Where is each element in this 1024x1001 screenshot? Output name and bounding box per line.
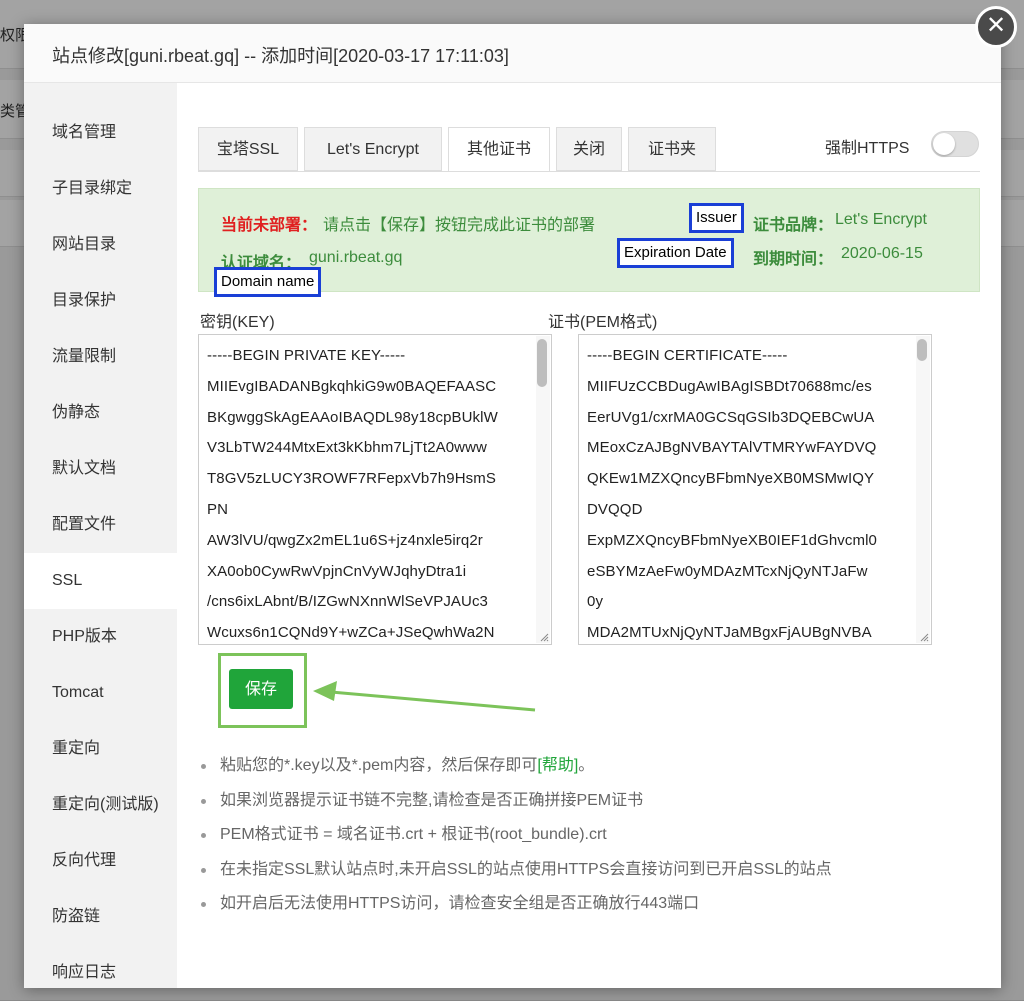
tip-item: PEM格式证书 = 域名证书.crt + 根证书(root_bundle).cr… [198, 818, 978, 853]
tip-item: 如果浏览器提示证书链不完整,请检查是否正确拼接PEM证书 [198, 784, 978, 819]
close-dialog-button[interactable]: ✕ [975, 6, 1017, 48]
sidebar-item-redirect[interactable]: 重定向 [24, 721, 177, 777]
scrollbar-track[interactable] [536, 336, 550, 643]
text-line: MEoxCzAJBgNVBAYTAlVTMRYwFAYDVQ [587, 439, 877, 457]
sidebar-item-subdir-binding[interactable]: 子目录绑定 [24, 161, 177, 217]
text-line: -----BEGIN CERTIFICATE----- [587, 347, 788, 364]
dialog-header: 站点修改[guni.rbeat.gq] -- 添加时间[2020-03-17 1… [24, 24, 1001, 83]
text-line: /cns6ixLAbnt/B/IZGwNXnnWlSeVPJAUc3 [207, 593, 489, 611]
scrollbar-thumb[interactable] [917, 339, 927, 361]
text-line: MIIFUzCCBDugAwIBAgISBDt70688mc/es [587, 377, 872, 395]
sidebar-item-site-dir[interactable]: 网站目录 [24, 217, 177, 273]
tab-bt-ssl[interactable]: 宝塔SSL [198, 127, 298, 171]
tip-text: PEM格式证书 = 域名证书.crt + 根证书(root_bundle).cr… [220, 826, 607, 843]
sidebar-item-dir-protect[interactable]: 目录保护 [24, 273, 177, 329]
private-key-content: -----BEGIN PRIVATE KEY----- MIIEvgIBADANB… [207, 341, 533, 644]
certificate-content: -----BEGIN CERTIFICATE----- MIIFUzCCBDugA… [587, 341, 913, 644]
expire-value: 2020-06-15 [841, 245, 923, 262]
tab-lets-encrypt[interactable]: Let's Encrypt [304, 127, 442, 171]
text-line: -----BEGIN PRIVATE KEY----- [207, 347, 406, 364]
sidebar: 域名管理 子目录绑定 网站目录 目录保护 流量限制 伪静态 默认文档 配置文件 … [24, 83, 177, 988]
tip-text: 粘贴您的*.key以及*.pem内容，然后保存即可 [220, 757, 538, 774]
text-line: MIIEvgIBADANBgkqhkiG9w0BAQEFAASC [207, 377, 497, 395]
force-https-label: 强制HTTPS [825, 140, 910, 157]
domain-value: guni.rbeat.gq [309, 249, 403, 266]
resize-handle-icon[interactable] [539, 632, 549, 642]
bullet-icon [201, 798, 206, 804]
sidebar-item-ssl[interactable]: SSL [24, 553, 177, 609]
arrow-icon [313, 681, 536, 712]
text-line: XA0ob0CywRwVpjnCnVyWJqhyDtra1i [207, 562, 467, 580]
tip-text: 如果浏览器提示证书链不完整,请检查是否正确拼接PEM证书 [220, 791, 644, 809]
tip-item: 粘贴您的*.key以及*.pem内容，然后保存即可[帮助]。 [198, 749, 978, 784]
text-line: MDA2MTUxNjQyNTJaMBgxFjAUBgNVBA [587, 624, 872, 642]
text-line: AW3lVU/qwgZx2mEL1u6S+jz4nxle5irq2r [207, 531, 483, 549]
issuer-annotation: Issuer [689, 203, 744, 233]
expire-label: 到期时间： [753, 251, 834, 268]
text-line: V3LbTW244MtxExt3kKbhm7LjTt2A0www [207, 439, 487, 457]
sidebar-item-config-file[interactable]: 配置文件 [24, 497, 177, 553]
cert-brand-label: 证书品牌： [753, 217, 834, 234]
text-line: eSBYMzAeFw0yMDAzMTcxNjQyNTJaFw [587, 562, 868, 580]
tips-list: 粘贴您的*.key以及*.pem内容，然后保存即可[帮助]。 如果浏览器提示证书… [198, 749, 978, 922]
bullet-icon [201, 867, 206, 873]
close-icon: ✕ [985, 12, 1007, 39]
cert-brand-value: Let's Encrypt [835, 211, 927, 228]
tip-text: 。 [578, 757, 595, 774]
scrollbar-track[interactable] [916, 336, 930, 643]
text-line: PN [207, 500, 229, 518]
sidebar-item-php-version[interactable]: PHP版本 [24, 609, 177, 665]
text-line: BKgwggSkAgEAAoIBAQDL98y18cpBUklW [207, 408, 498, 426]
dialog-title: 站点修改[guni.rbeat.gq] -- 添加时间[2020-03-17 1… [52, 46, 509, 66]
bullet-icon [201, 833, 206, 838]
resize-handle-icon[interactable] [919, 632, 929, 642]
text-line: 0y [587, 593, 604, 611]
text-line: DVQQD [587, 500, 643, 518]
sidebar-item-domain[interactable]: 域名管理 [24, 105, 177, 161]
sidebar-item-response-log[interactable]: 响应日志 [24, 945, 177, 1001]
not-deployed-label: 当前未部署： [221, 217, 318, 234]
tabs-divider [198, 171, 980, 172]
tab-close-ssl[interactable]: 关闭 [556, 127, 622, 171]
text-line: EerUVg1/cxrMA0GCSqGSIb3DQEBCwUA [587, 408, 875, 426]
ssl-panel: 宝塔SSL Let's Encrypt 其他证书 关闭 证书夹 强制HTTPS … [177, 83, 1001, 988]
bullet-icon [201, 764, 206, 769]
sidebar-item-hotlink-protect[interactable]: 防盗链 [24, 889, 177, 945]
key-field-label: 密钥(KEY) [200, 314, 275, 331]
tip-item: 如开启后无法使用HTTPS访问，请检查安全组是否正确放行443端口 [198, 887, 978, 922]
scrollbar-thumb[interactable] [537, 339, 547, 387]
tab-cert-folder[interactable]: 证书夹 [628, 127, 716, 171]
force-https-toggle[interactable] [931, 131, 979, 157]
cert-field-label: 证书(PEM格式) [548, 314, 658, 331]
help-link[interactable]: [帮助] [537, 757, 578, 774]
text-line: QKEw1MZXQncyBFbmNyeXB0MSMwIQY [587, 470, 875, 488]
save-button[interactable]: 保存 [229, 669, 293, 709]
sidebar-item-tomcat[interactable]: Tomcat [24, 665, 177, 721]
sidebar-item-traffic-limit[interactable]: 流量限制 [24, 329, 177, 385]
certificate-textarea[interactable]: -----BEGIN CERTIFICATE----- MIIFUzCCBDugA… [578, 334, 932, 645]
text-line: Wcuxs6n1CQNd9Y+wZCa+JSeQwhWa2N [207, 624, 495, 642]
bullet-icon [201, 902, 206, 907]
tip-item: 在未指定SSL默认站点时,未开启SSL的站点使用HTTPS会直接访问到已开启SS… [198, 853, 978, 888]
sidebar-item-reverse-proxy[interactable]: 反向代理 [24, 833, 177, 889]
not-deployed-message: 请点击【保存】按钮完成此证书的部署 [323, 217, 596, 234]
tab-other-cert[interactable]: 其他证书 [448, 127, 550, 172]
sidebar-item-rewrite[interactable]: 伪静态 [24, 385, 177, 441]
tip-text: 如开启后无法使用HTTPS访问，请检查安全组是否正确放行443端口 [220, 895, 700, 912]
sidebar-item-redirect-beta[interactable]: 重定向(测试版) [24, 777, 177, 833]
tip-text: 在未指定SSL默认站点时,未开启SSL的站点使用HTTPS会直接访问到已开启SS… [220, 860, 832, 878]
domain-annotation: Domain name [214, 267, 322, 297]
sidebar-item-default-doc[interactable]: 默认文档 [24, 441, 177, 497]
toggle-knob [933, 133, 955, 155]
expiration-annotation: Expiration Date [617, 238, 734, 268]
site-edit-dialog: 站点修改[guni.rbeat.gq] -- 添加时间[2020-03-17 1… [24, 24, 1001, 988]
private-key-textarea[interactable]: -----BEGIN PRIVATE KEY----- MIIEvgIBADANB… [198, 334, 552, 645]
text-line: T8GV5zLUCY3ROWF7RFepxVb7h9HsmS [207, 470, 496, 488]
text-line: ExpMZXQncyBFbmNyeXB0IEF1dGhvcml0 [587, 531, 877, 549]
